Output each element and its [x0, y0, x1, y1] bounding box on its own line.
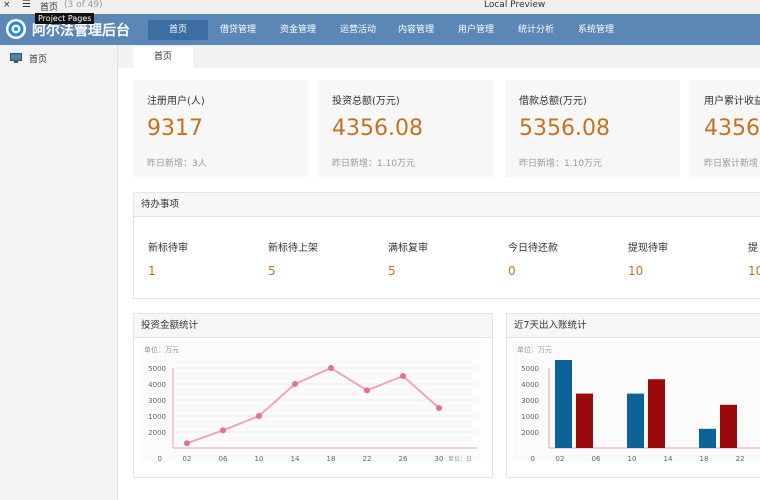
close-icon[interactable]: ×: [3, 0, 11, 10]
y-axis-unit: 单位：万元: [517, 345, 552, 354]
stat-card-users: 注册用户(人) 9317 昨日新增：3人: [133, 80, 308, 177]
nav-operations[interactable]: 运营活动: [328, 20, 388, 40]
data-point: [364, 387, 370, 394]
data-point: [328, 365, 334, 371]
page-label: 首页: [40, 3, 59, 13]
todo-item[interactable]: 满标复审 5: [388, 239, 428, 278]
nav-home[interactable]: 首页: [148, 20, 208, 40]
bar: [627, 393, 644, 448]
window-title: Local Preview: [484, 0, 546, 10]
y-axis-unit: 单位：万元: [144, 345, 179, 354]
sidebar-item-label: 首页: [29, 55, 48, 65]
y-tick-label: 4000: [148, 381, 166, 389]
bar: [720, 404, 737, 448]
stat-value: 4356.: [704, 116, 760, 141]
nav-content[interactable]: 内容管理: [386, 20, 446, 40]
x-tick-label: 14: [664, 455, 673, 463]
x-tick-label: 22: [736, 455, 745, 463]
y-tick-label: 3000: [521, 397, 539, 405]
y-tick-label: 4000: [521, 381, 539, 389]
x-tick-label: 10: [255, 455, 264, 463]
data-point: [400, 373, 406, 379]
x-tick-label: 18: [327, 455, 336, 463]
x-tick-label: 06: [592, 455, 601, 463]
y-tick-label: 5000: [521, 365, 539, 373]
bar-chart: 单位：万元 0 2000 1000 3000 4000 5000 02 06 10 14 18 22: [513, 342, 760, 463]
todo-panel: 待办事项 新标待审 1 新标待上架 5 满标复审 5 今日待还款 0 提现待审 10 提1…: [133, 192, 760, 299]
tab-home[interactable]: 首页: [133, 47, 193, 68]
todo-title: 待办事项: [134, 193, 760, 217]
y-tick-label: 1000: [521, 413, 539, 421]
investment-chart-panel: 投资金额统计 单位：万元 0 2000 1000 3000 4000 5000 02 06 10 1…: [133, 313, 493, 478]
y-tick-label: 1000: [148, 413, 166, 421]
data-point: [184, 440, 190, 447]
x-tick-label: 26: [399, 455, 408, 463]
todo-item[interactable]: 新标待上架 5: [268, 239, 318, 278]
data-point: [256, 413, 262, 419]
y-tick-label: 3000: [148, 397, 166, 405]
y-tick-label: 2000: [148, 429, 166, 437]
page-count: (3 of 49): [64, 0, 103, 10]
nav-loan[interactable]: 借贷管理: [208, 20, 268, 40]
stat-card-earnings: 用户累计收益 4356. 昨日累计新增: [690, 80, 760, 177]
preview-title-bar: × ☰ 首页 (3 of 49) Local Preview: [0, 0, 760, 14]
plot-background: [140, 342, 481, 462]
y-tick-label: 0: [531, 455, 535, 463]
x-tick-label: 02: [556, 455, 565, 463]
tab-bar: 首页: [118, 45, 760, 68]
stat-sub: 昨日新增：3人: [147, 159, 207, 169]
chart-title: 近7天出入账统计: [507, 314, 760, 338]
x-tick-label: 14: [291, 455, 300, 463]
todo-item[interactable]: 新标待审 1: [148, 239, 188, 278]
stat-sub: 昨日新增：1.10万元: [519, 159, 603, 169]
x-tick-label: 06: [219, 455, 228, 463]
todo-item[interactable]: 今日待还款 0: [508, 239, 558, 278]
nav-stats[interactable]: 统计分析: [506, 20, 566, 40]
bar: [576, 393, 593, 448]
x-tick-label: 22: [363, 455, 372, 463]
y-tick-label: 5000: [148, 365, 166, 373]
x-tick-label: 10: [628, 455, 637, 463]
data-point: [292, 381, 298, 387]
nav-funds[interactable]: 资金管理: [268, 20, 328, 40]
sidebar: 首页: [0, 45, 118, 500]
chart-title: 投资金额统计: [134, 314, 492, 338]
y-tick-label: 2000: [521, 429, 539, 437]
bar: [648, 379, 665, 448]
menu-icon[interactable]: ☰: [22, 0, 31, 10]
nav-users[interactable]: 用户管理: [446, 20, 506, 40]
nav-system[interactable]: 系统管理: [566, 20, 626, 40]
tooltip: Project Pages: [35, 13, 95, 24]
top-nav: 阿尔法管理后台 首页 借贷管理 资金管理 运营活动 内容管理 用户管理 统计分析…: [0, 14, 760, 45]
line-chart: 单位：万元 0 2000 1000 3000 4000 5000 02 06 10 14 18 22 26…: [140, 342, 481, 463]
x-axis-unit: 单位：日: [448, 455, 472, 463]
todo-item[interactable]: 提现待审 10: [628, 239, 668, 278]
x-tick-label: 30: [435, 455, 444, 463]
y-tick-label: 0: [158, 455, 162, 463]
stat-card-loans: 借款总额(万元) 5356.08 昨日新增：1.10万元: [505, 80, 680, 177]
stat-card-investment: 投资总额(万元) 4356.08 昨日新增：1.10万元: [318, 80, 493, 177]
logo-icon: [6, 19, 26, 39]
stat-sub: 昨日新增：1.10万元: [332, 159, 416, 169]
stat-title: 投资总额(万元): [332, 96, 400, 107]
stat-title: 用户累计收益: [704, 96, 760, 107]
data-point: [220, 427, 226, 434]
inout-chart-panel: 近7天出入账统计 单位：万元 0 2000 1000 3000 4000 5000 02 06 1…: [506, 313, 760, 478]
x-tick-label: 02: [183, 455, 192, 463]
stat-sub: 昨日累计新增: [704, 159, 759, 169]
monitor-icon: [10, 53, 22, 63]
stat-value: 9317: [147, 116, 203, 141]
bar: [555, 360, 572, 448]
stat-title: 借款总额(万元): [519, 96, 587, 107]
todo-item[interactable]: 提10: [748, 239, 760, 278]
stat-value: 4356.08: [332, 116, 423, 141]
x-tick-label: 18: [700, 455, 709, 463]
bar: [699, 428, 716, 448]
stat-title: 注册用户(人): [147, 96, 205, 107]
sidebar-item-home[interactable]: 首页: [0, 51, 117, 67]
stat-value: 5356.08: [519, 116, 610, 141]
data-point: [436, 405, 442, 411]
